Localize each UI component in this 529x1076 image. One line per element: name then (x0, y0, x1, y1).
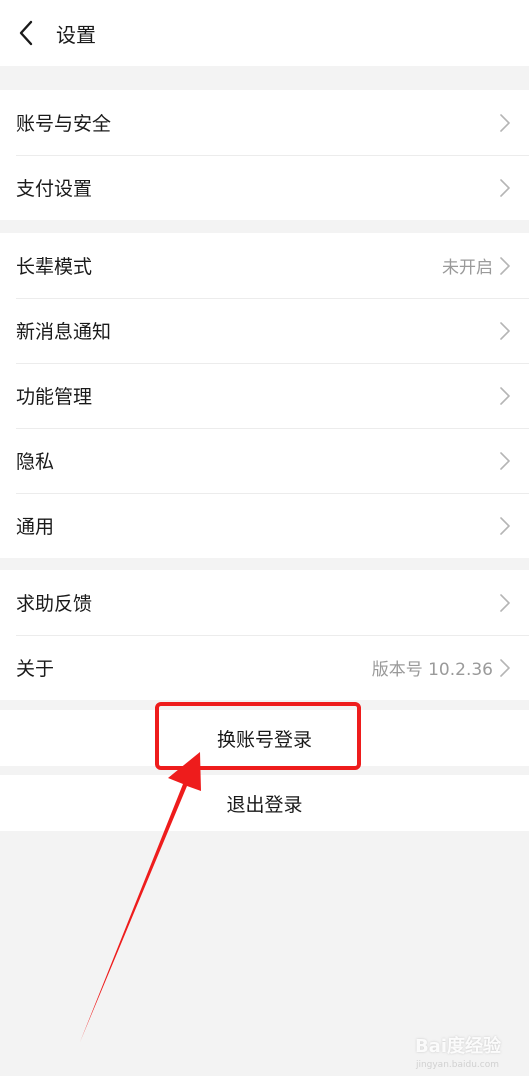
settings-group-account: 账号与安全 支付设置 (0, 90, 529, 220)
chevron-left-icon[interactable] (18, 20, 40, 46)
elder-mode-status: 未开启 (442, 258, 493, 278)
settings-item-notifications[interactable]: 新消息通知 (0, 298, 529, 363)
settings-item-help-feedback[interactable]: 求助反馈 (0, 570, 529, 635)
chevron-right-icon (499, 177, 513, 199)
chevron-right-icon (499, 592, 513, 614)
switch-account-button[interactable]: 换账号登录 (0, 710, 529, 766)
settings-item-label: 通用 (16, 516, 55, 538)
settings-item-feature-management[interactable]: 功能管理 (0, 363, 529, 428)
chevron-right-icon (499, 515, 513, 537)
logout-button[interactable]: 退出登录 (0, 775, 529, 831)
logout-label: 退出登录 (226, 793, 303, 816)
chevron-right-icon (499, 320, 513, 342)
top-bar: 设置 (0, 0, 529, 66)
settings-item-elder-mode[interactable]: 长辈模式 未开启 (0, 233, 529, 298)
settings-item-about[interactable]: 关于 版本号 10.2.36 (0, 635, 529, 700)
page-title: 设置 (56, 22, 96, 47)
settings-item-general[interactable]: 通用 (0, 493, 529, 558)
settings-item-label: 关于 (16, 658, 55, 680)
settings-item-label: 支付设置 (16, 178, 93, 200)
settings-item-account-security[interactable]: 账号与安全 (0, 90, 529, 155)
switch-account-label: 换账号登录 (216, 728, 312, 751)
settings-item-privacy[interactable]: 隐私 (0, 428, 529, 493)
settings-item-label: 功能管理 (16, 386, 93, 408)
version-number: 版本号 10.2.36 (371, 660, 493, 680)
chevron-right-icon (499, 255, 513, 277)
settings-item-label: 新消息通知 (16, 321, 112, 343)
chevron-right-icon (499, 657, 513, 679)
settings-item-label: 账号与安全 (16, 113, 112, 135)
baidu-watermark-url: jingyan.baidu.com (415, 1060, 499, 1070)
baidu-watermark: Bai度经验 (414, 1036, 501, 1057)
settings-item-label: 隐私 (16, 451, 55, 473)
settings-group-help: 求助反馈 关于 版本号 10.2.36 (0, 570, 529, 700)
settings-item-label: 求助反馈 (16, 593, 93, 615)
chevron-right-icon (499, 385, 513, 407)
settings-item-payment[interactable]: 支付设置 (0, 155, 529, 220)
chevron-right-icon (499, 112, 513, 134)
chevron-right-icon (499, 450, 513, 472)
settings-group-general: 长辈模式 未开启 新消息通知 功能管理 隐私 通用 (0, 233, 529, 558)
settings-item-label: 长辈模式 (16, 256, 93, 278)
